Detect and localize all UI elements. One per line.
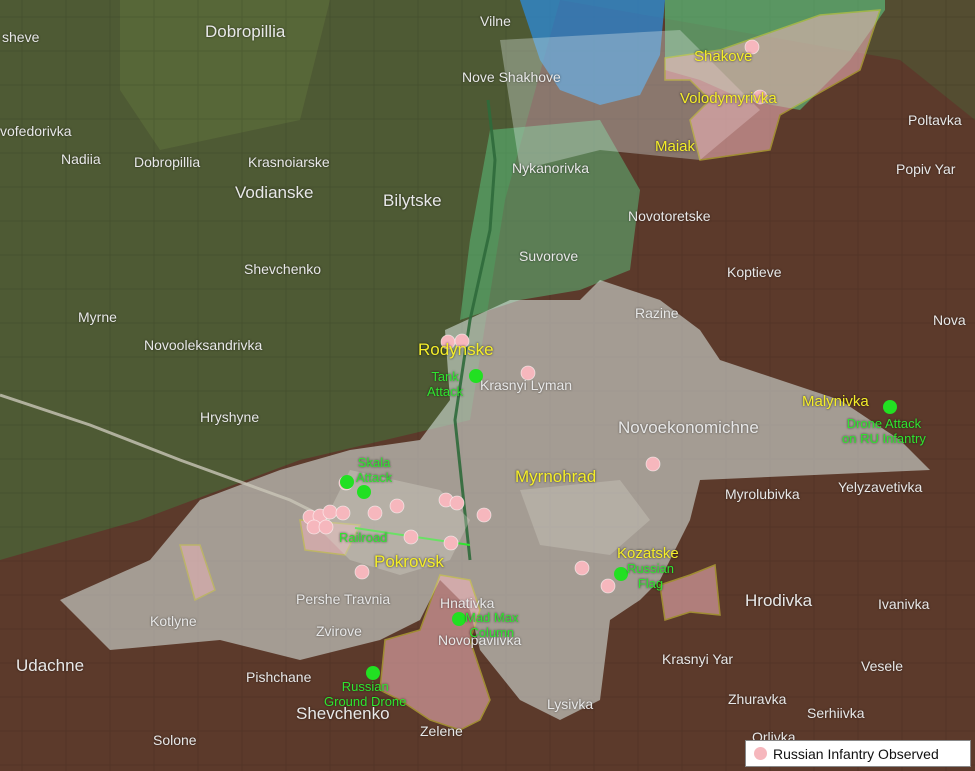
place-label: Zelene: [420, 723, 463, 739]
event-marker[interactable]: [452, 612, 466, 626]
russian-infantry-marker[interactable]: [449, 495, 465, 511]
place-label: Novotoretske: [628, 208, 711, 224]
place-label: Dobropillia: [205, 22, 286, 41]
event-label-skala-attack: Skala Attack: [356, 455, 392, 485]
place-label: Hrodivka: [745, 591, 813, 610]
map[interactable]: sheve Dobropillia Vilne Nove Shakhove vo…: [0, 0, 975, 771]
russian-infantry-marker[interactable]: [335, 505, 351, 521]
place-label: Udachne: [16, 656, 85, 675]
place-label: Hnativka: [440, 595, 495, 611]
russian-infantry-marker[interactable]: [367, 505, 383, 521]
event-label-line: Attack: [427, 384, 464, 399]
place-label: Razine: [635, 305, 679, 321]
russian-infantry-marker[interactable]: [403, 529, 419, 545]
place-label: Poltavka: [908, 112, 962, 128]
russian-infantry-marker[interactable]: [389, 498, 405, 514]
place-label: Pershe Travnia: [296, 591, 391, 607]
place-label: Vesele: [861, 658, 904, 674]
place-label: Shevchenko: [244, 261, 322, 277]
event-label-line: Russian: [627, 561, 674, 576]
place-label: Zvirove: [316, 623, 362, 639]
place-label: Popiv Yar: [896, 161, 956, 177]
highlighted-place-label: Kozatske: [617, 545, 679, 562]
place-label: vofedorivka: [0, 123, 72, 139]
place-label: Myrolubivka: [725, 486, 800, 502]
place-label: sheve: [2, 29, 40, 45]
event-marker[interactable]: [357, 485, 371, 499]
russian-infantry-marker[interactable]: [322, 504, 338, 520]
event-label-line: Attack: [356, 470, 393, 485]
place-label: Lysivka: [547, 696, 594, 712]
place-label: Serhiivka: [807, 705, 865, 721]
event-label-russian-ground-drone: Russian Ground Drone: [324, 679, 406, 709]
event-label-line: Flag: [637, 576, 664, 591]
highlighted-place-label: Rodynske: [418, 340, 494, 359]
place-label: Bilytske: [383, 191, 442, 210]
event-marker[interactable]: [340, 475, 354, 489]
event-label-line: Russian: [341, 679, 389, 694]
place-label: Suvorove: [519, 248, 579, 264]
event-label-line: Skala: [357, 455, 391, 470]
place-label: Vilne: [480, 13, 511, 29]
highlighted-place-label: Myrnohrad: [515, 467, 597, 486]
highlighted-place-label: Shakove: [694, 48, 753, 65]
event-marker[interactable]: [883, 400, 897, 414]
place-label: Pishchane: [246, 669, 312, 685]
highlighted-place-label: Malynivka: [802, 393, 869, 410]
event-label-tank-attack: Tank Attack: [427, 369, 463, 399]
place-label: Ivanivka: [878, 596, 930, 612]
russian-infantry-marker[interactable]: [645, 456, 661, 472]
russian-infantry-marker[interactable]: [354, 564, 370, 580]
russian-infantry-marker[interactable]: [574, 560, 590, 576]
russian-infantry-marker[interactable]: [476, 507, 492, 523]
legend: Russian Infantry Observed: [745, 740, 971, 767]
place-label: Kotlyne: [150, 613, 197, 629]
place-label: Yelyzavetivka: [838, 479, 923, 495]
place-label: Myrne: [78, 309, 117, 325]
place-label: Vodianske: [235, 183, 314, 202]
place-label: Dobropillia: [134, 154, 201, 170]
place-label: Krasnyi Lyman: [480, 377, 573, 393]
place-label: Nove Shakhove: [462, 69, 561, 85]
event-label-drone-attack: Drone Attack on RU Infantry: [842, 416, 926, 446]
place-label: Nadiia: [61, 151, 101, 167]
event-label-railroad: Railroad: [339, 530, 387, 545]
event-marker[interactable]: [366, 666, 380, 680]
place-label: Novoekonomichne: [618, 418, 759, 437]
event-label-line: Tank: [431, 369, 459, 384]
place-label: Krasnyi Yar: [662, 651, 734, 667]
event-label-line: Mad Max: [465, 610, 519, 625]
place-label: Krasnoiarske: [248, 154, 330, 170]
event-label-line: Ground Drone: [324, 694, 407, 709]
russian-infantry-marker[interactable]: [318, 519, 334, 535]
infantry-marker-swatch: [754, 747, 767, 760]
event-label-line: Drone Attack: [846, 416, 922, 431]
place-label: Solone: [153, 732, 197, 748]
event-marker[interactable]: [614, 567, 628, 581]
legend-label: Russian Infantry Observed: [773, 745, 939, 762]
event-label-russian-flag: Russian Flag: [627, 561, 674, 591]
event-label-line: on RU Infantry: [842, 431, 926, 446]
place-label: Nykanorivka: [512, 160, 590, 176]
russian-infantry-marker[interactable]: [600, 578, 616, 594]
highlighted-place-label: Pokrovsk: [374, 552, 444, 571]
place-label: Nova: [933, 312, 966, 328]
highlighted-place-label: Volodymyrivka: [680, 90, 777, 107]
highlighted-place-label: Maiak: [655, 138, 696, 155]
event-label-line: Column: [469, 625, 515, 640]
place-label: Koptieve: [727, 264, 782, 280]
event-label-mad-max-column: Mad Max Column: [465, 610, 518, 640]
place-label: Zhuravka: [728, 691, 787, 707]
place-label: Hryshyne: [200, 409, 260, 425]
event-label-line: Railroad: [339, 530, 388, 545]
place-label: Novooleksandrivka: [144, 337, 263, 353]
russian-infantry-marker[interactable]: [443, 535, 459, 551]
